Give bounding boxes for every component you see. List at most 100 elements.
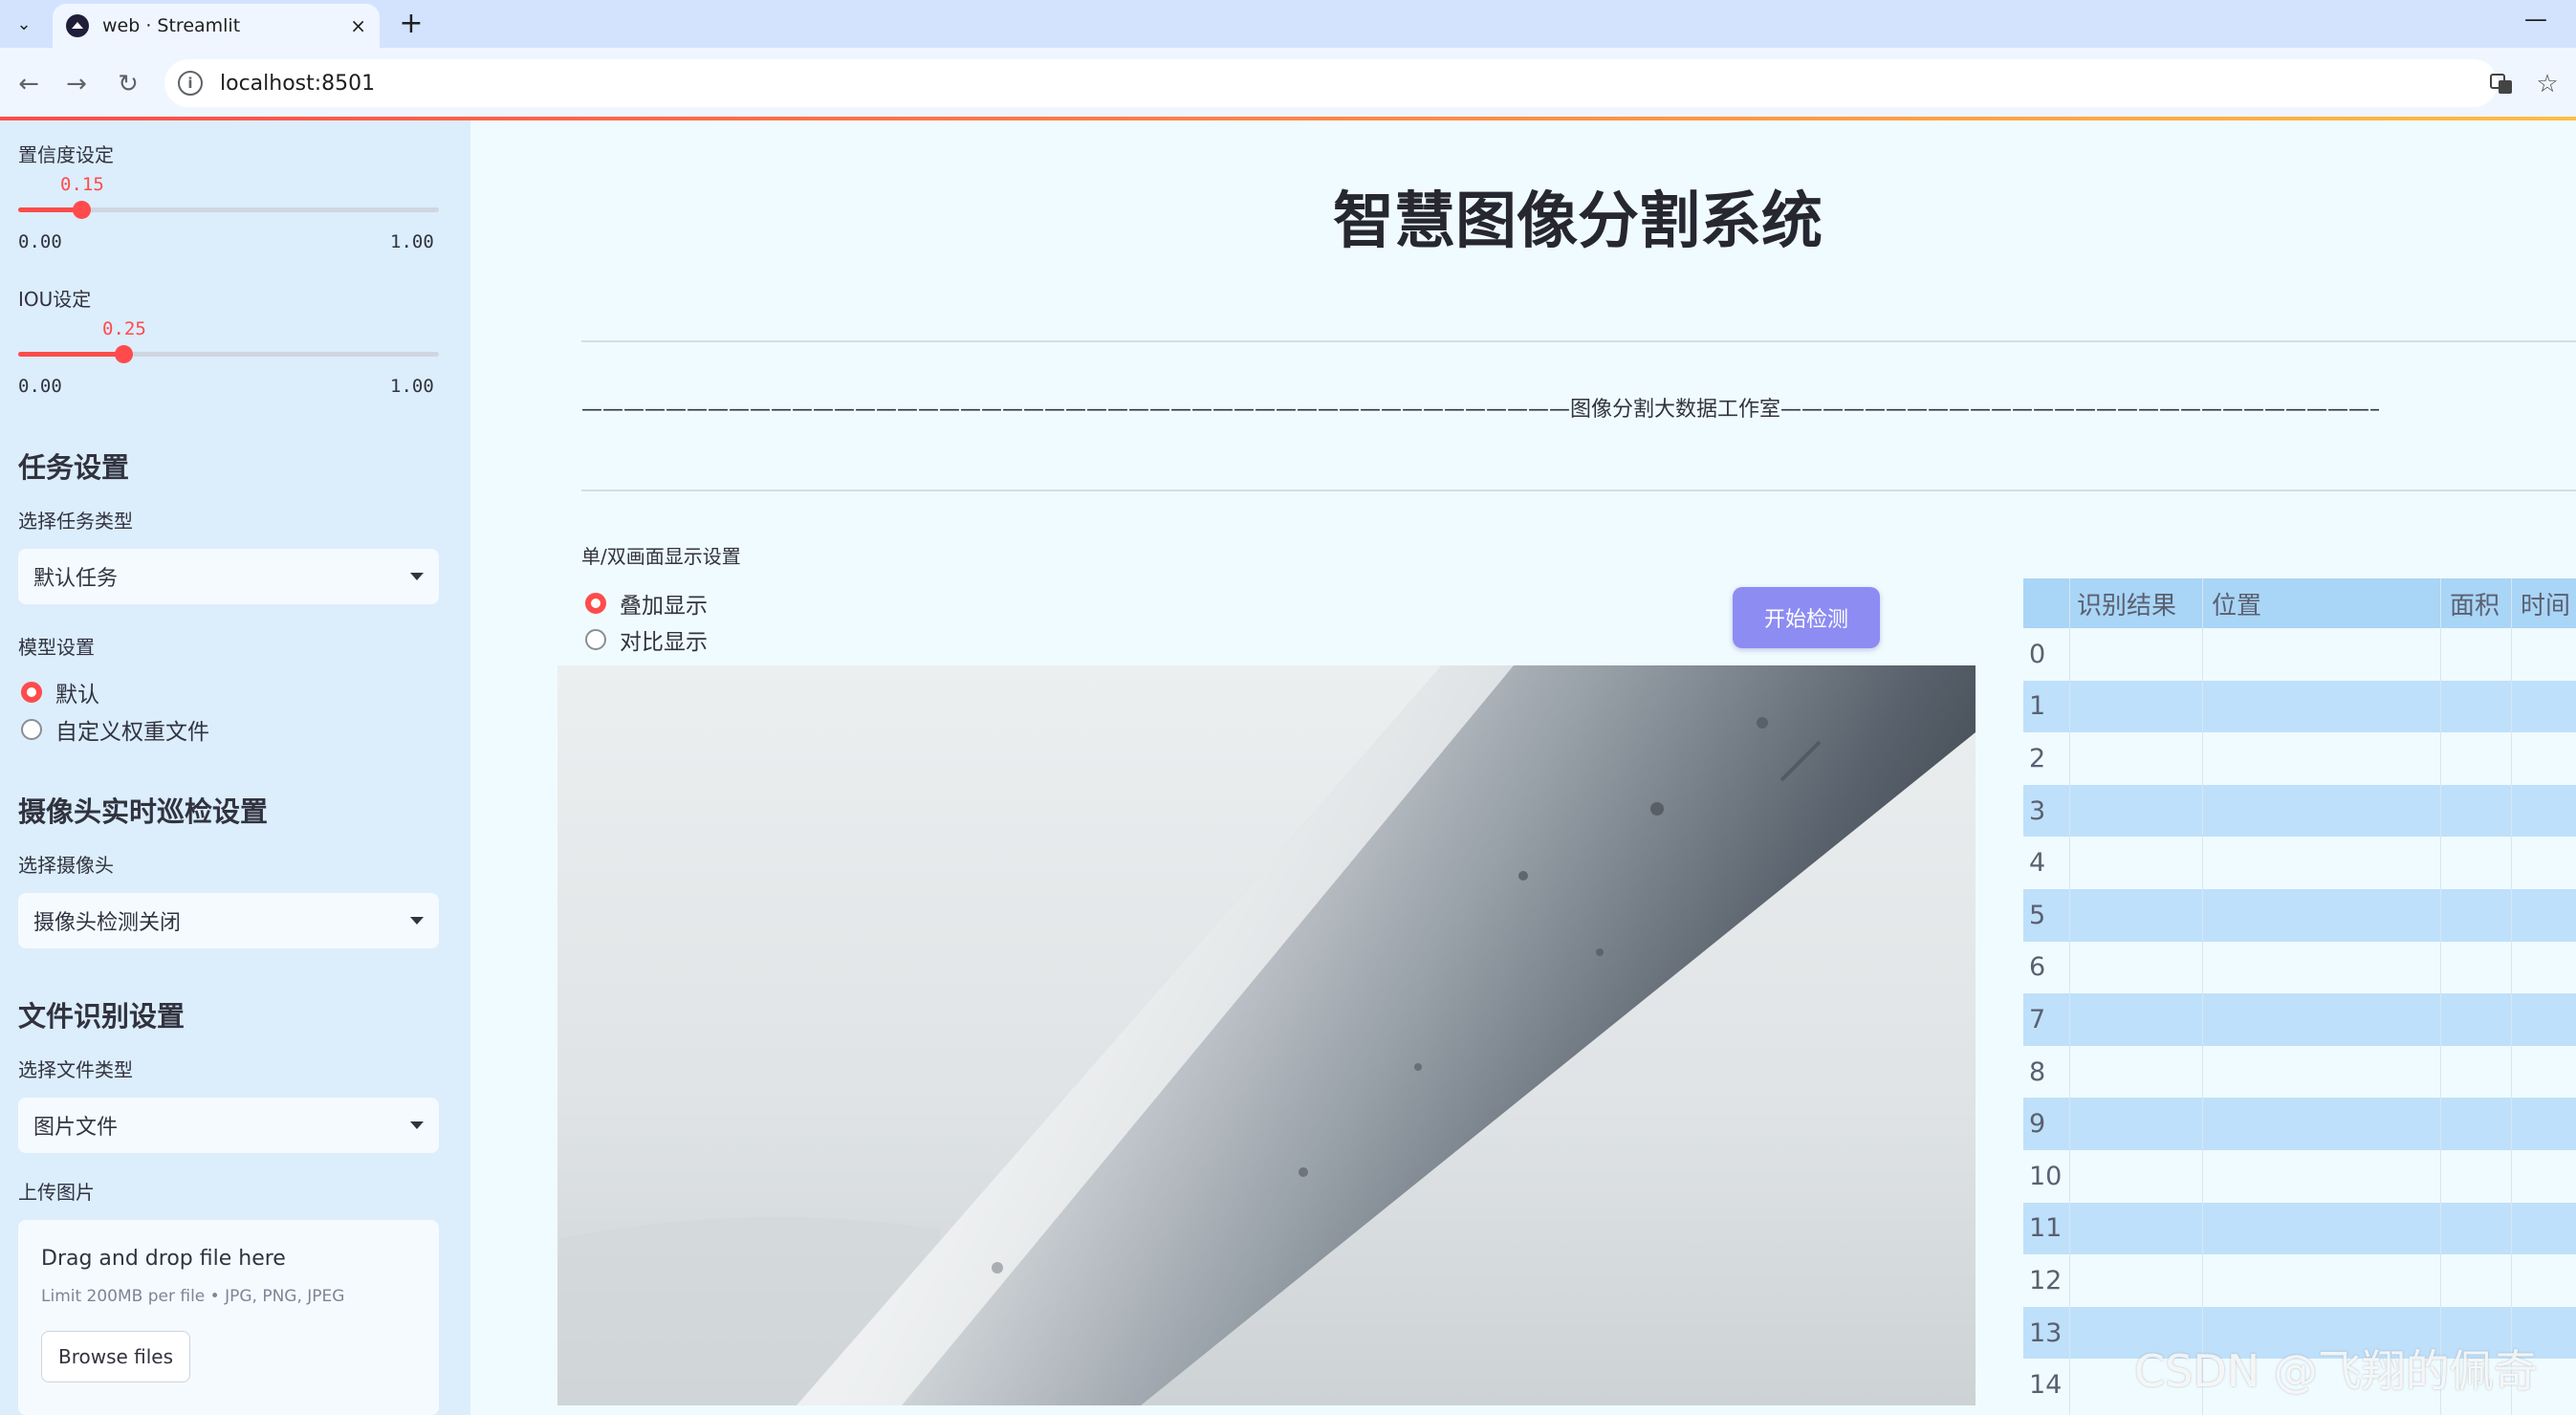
page-title: 智慧图像分割系统: [1333, 186, 1823, 257]
table-row[interactable]: 0: [2023, 628, 2576, 681]
new-tab-button[interactable]: +: [394, 6, 428, 40]
back-arrow-icon[interactable]: ←: [10, 65, 48, 103]
watermark-text: CSDN @飞翔的佩奇: [2134, 1345, 2538, 1397]
camera-select-value: 摄像头检测关闭: [33, 911, 182, 935]
table-row[interactable]: 4: [2023, 837, 2576, 889]
task-type-label: 选择任务类型: [18, 510, 133, 533]
iou-min: 0.00: [18, 376, 62, 397]
display-option-compare[interactable]: 对比显示: [585, 623, 708, 656]
row-index: 11: [2029, 1213, 2063, 1244]
radio-unselected-icon[interactable]: [585, 629, 606, 650]
forward-arrow-icon[interactable]: →: [57, 65, 96, 103]
row-index: 8: [2029, 1056, 2046, 1087]
row-index: 13: [2029, 1317, 2063, 1348]
iou-slider[interactable]: [18, 345, 439, 363]
reload-icon[interactable]: ↻: [109, 65, 147, 103]
model-option-default[interactable]: 默认: [21, 676, 99, 708]
file-type-label: 选择文件类型: [18, 1058, 133, 1081]
browse-files-button[interactable]: Browse files: [41, 1331, 190, 1382]
studio-subtitle: ————————————————————————————————————————…: [581, 398, 2379, 422]
column-divider: [2202, 578, 2203, 1415]
table-row[interactable]: 3: [2023, 784, 2576, 838]
browser-tabbar: ⌄ web · Streamlit × + —: [0, 0, 2576, 48]
file-settings-heading: 文件识别设置: [18, 1000, 186, 1033]
model-option-label: 默认: [55, 683, 99, 708]
tab-search-dropdown-icon[interactable]: ⌄: [8, 8, 40, 40]
task-type-value: 默认任务: [33, 567, 119, 591]
table-row[interactable]: 6: [2023, 942, 2576, 994]
iou-max: 1.00: [390, 376, 434, 397]
iou-slider-thumb[interactable]: [115, 345, 133, 363]
minimize-window-button[interactable]: —: [2524, 6, 2547, 33]
bookmark-star-icon[interactable]: ☆: [2530, 67, 2565, 101]
file-uploader-dropzone[interactable]: Drag and drop file here Limit 200MB per …: [18, 1220, 439, 1415]
upload-limit-text: Limit 200MB per file • JPG, PNG, JPEG: [41, 1287, 345, 1306]
confidence-label: 置信度设定: [18, 143, 114, 166]
results-table[interactable]: 识别结果 位置 面积 时间 0 1 2 3 4 5 6 7 8 9 10 11 12 13 14: [2023, 578, 2576, 1415]
display-option-label: 叠加显示: [620, 594, 708, 619]
start-detection-button[interactable]: 开始检测: [1733, 587, 1880, 648]
row-index: 12: [2029, 1265, 2063, 1295]
upload-title: Drag and drop file here: [41, 1247, 286, 1271]
browser-toolbar: ← → ↻ i localhost:8501 ☆: [0, 48, 2576, 119]
radio-unselected-icon[interactable]: [21, 719, 42, 740]
url-text: localhost:8501: [220, 71, 376, 96]
row-index: 4: [2029, 848, 2046, 879]
row-index: 2: [2029, 743, 2046, 773]
model-option-label: 自定义权重文件: [55, 720, 209, 745]
tab-title: web · Streamlit: [102, 15, 241, 36]
file-type-value: 图片文件: [33, 1116, 119, 1140]
column-divider: [2069, 578, 2070, 1415]
header-time: 时间: [2521, 591, 2571, 620]
table-row[interactable]: 11: [2023, 1202, 2576, 1255]
header-area: 面积: [2450, 591, 2500, 620]
row-index: 5: [2029, 900, 2046, 930]
row-index: 1: [2029, 691, 2046, 722]
row-index: 6: [2029, 952, 2046, 983]
display-mode-label: 单/双画面显示设置: [581, 545, 741, 568]
model-option-custom[interactable]: 自定义权重文件: [21, 713, 209, 746]
column-divider: [2440, 578, 2441, 1415]
task-settings-heading: 任务设置: [18, 451, 130, 484]
camera-select-label: 选择摄像头: [18, 854, 114, 877]
table-row[interactable]: 2: [2023, 732, 2576, 785]
display-option-overlay[interactable]: 叠加显示: [585, 587, 708, 620]
table-row[interactable]: 12: [2023, 1254, 2576, 1307]
column-divider: [2511, 578, 2512, 1415]
row-index: 7: [2029, 1004, 2046, 1034]
radio-selected-icon[interactable]: [21, 682, 42, 703]
iou-slider-fill: [18, 352, 123, 357]
radio-selected-icon[interactable]: [585, 593, 606, 614]
chevron-down-icon: [410, 917, 424, 925]
chevron-down-icon: [410, 1121, 424, 1129]
divider: [581, 490, 2576, 491]
divider: [581, 340, 2576, 342]
table-row[interactable]: 5: [2023, 889, 2576, 942]
row-index: 0: [2029, 639, 2046, 669]
table-header: 识别结果 位置 面积 时间: [2023, 578, 2576, 628]
table-row[interactable]: 7: [2023, 993, 2576, 1046]
chevron-down-icon: [410, 573, 424, 580]
file-type-select[interactable]: 图片文件: [18, 1098, 439, 1153]
camera-select[interactable]: 摄像头检测关闭: [18, 893, 439, 948]
header-result: 识别结果: [2077, 591, 2177, 620]
tab-close-icon[interactable]: ×: [350, 14, 366, 37]
camera-settings-heading: 摄像头实时巡检设置: [18, 795, 269, 828]
row-index: 14: [2029, 1370, 2063, 1401]
translate-icon[interactable]: [2484, 67, 2519, 101]
site-info-icon[interactable]: i: [178, 71, 203, 96]
table-row[interactable]: 8: [2023, 1046, 2576, 1099]
row-index: 9: [2029, 1109, 2046, 1140]
task-type-select[interactable]: 默认任务: [18, 549, 439, 604]
table-row[interactable]: 1: [2023, 680, 2576, 733]
table-row[interactable]: 9: [2023, 1098, 2576, 1150]
upload-label: 上传图片: [18, 1181, 95, 1204]
table-row[interactable]: 10: [2023, 1150, 2576, 1203]
model-settings-label: 模型设置: [18, 636, 95, 659]
streamlit-favicon-icon: [66, 14, 89, 37]
iou-value: 0.25: [102, 318, 146, 339]
address-bar[interactable]: i localhost:8501: [164, 59, 2498, 107]
iou-label: IOU设定: [18, 288, 92, 311]
browser-tab[interactable]: web · Streamlit ×: [53, 4, 380, 48]
header-position: 位置: [2212, 591, 2262, 620]
